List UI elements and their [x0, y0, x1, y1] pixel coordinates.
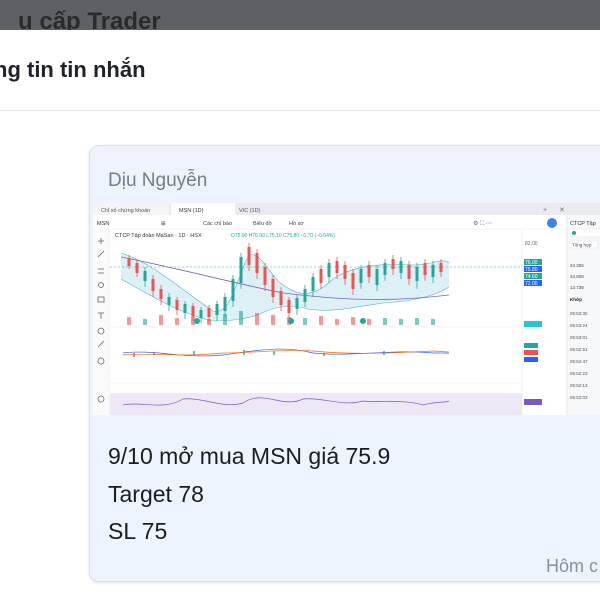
message-timestamp: Hôm c: [546, 556, 599, 576]
message-card: Dịu Nguyễn Chỉ số chứng khoán MSN (1D) V…: [89, 145, 600, 582]
screenshot-side-panel-tab: Tổng hợp: [572, 242, 592, 248]
screenshot-toolbar-item-1: Biểu đồ: [253, 220, 272, 227]
svg-text:+: +: [543, 207, 547, 214]
message-text-line-2: Target 78: [108, 481, 204, 507]
screenshot-side-time-3: 05:52:51: [570, 347, 588, 352]
message-text-line-3: SL 75: [108, 518, 168, 544]
screenshot-side-value-2: 13.738: [570, 285, 584, 290]
screenshot-price-label-0: 82.00: [525, 241, 538, 247]
screenshot-side-value-0: 34.306: [570, 263, 584, 268]
modal-title: ng tin tin nhắn: [0, 57, 146, 82]
screenshot-side-time-4: 05:52:47: [570, 359, 588, 364]
screenshot-side-time-5: 05:52:23: [570, 371, 588, 376]
screenshot-symbol: MSN: [97, 221, 109, 227]
screenshot-side-time-2: 05:53:01: [570, 335, 588, 340]
svg-text:⊞: ⊞: [161, 221, 166, 227]
screenshot-side-time-7: 05:52:03: [570, 395, 588, 400]
sender-name: Dịu Nguyễn: [108, 170, 208, 191]
screenshot-tab-2: VIC (1D): [239, 208, 261, 214]
screenshot-chart-title: CTCP Tập đoàn MaSan · 1D · HSX: [115, 233, 202, 239]
screenshot-side-section: Khớp: [570, 297, 582, 302]
screenshot-side-panel-title: CTCP Tập: [570, 221, 596, 227]
backdrop-title: u cấp Trader: [18, 8, 161, 30]
message-text-line-1: 9/10 mở mua MSN giá 75.9: [108, 443, 391, 469]
screenshot-toolbar-item-2: Hồ sơ: [289, 221, 304, 227]
chart-screenshot: Chỉ số chứng khoán MSN (1D) VIC (1D) + ✕…: [93, 203, 600, 415]
screenshot-ohlc: O75.90 H76.00 L75.10 C75.80 −0.70 (−0.64…: [231, 233, 335, 239]
screenshot-price-label-2: 75.80: [525, 267, 538, 273]
screenshot-side-time-0: 05:53:35: [570, 311, 588, 316]
screenshot-side-time-6: 05:52:13: [570, 383, 588, 388]
screenshot-toolbar-item-0: Các chỉ báo: [203, 220, 232, 227]
screenshot-price-label-4: 72.00: [525, 281, 538, 287]
backdrop-page: u cấp Trader: [0, 0, 600, 30]
svg-text:⚙ ⛶ ⋯: ⚙ ⛶ ⋯: [473, 220, 492, 227]
screenshot-tab-0: Chỉ số chứng khoán: [101, 207, 150, 214]
screenshot-side-time-1: 05:53:24: [570, 323, 588, 328]
message-info-modal: ng tin tin nhắn Dịu Nguyễn Chỉ số chứng …: [0, 30, 600, 600]
screenshot-price-label-1: 76.00: [525, 260, 538, 266]
screenshot-tab-1: MSN (1D): [179, 208, 204, 214]
svg-text:✕: ✕: [559, 207, 565, 214]
screenshot-side-value-1: 34.608: [570, 274, 584, 279]
chart-screenshot-attachment[interactable]: Chỉ số chứng khoán MSN (1D) VIC (1D) + ✕…: [93, 203, 600, 415]
screenshot-price-label-3: 74.60: [525, 274, 538, 280]
modal-header: ng tin tin nhắn: [0, 30, 600, 111]
